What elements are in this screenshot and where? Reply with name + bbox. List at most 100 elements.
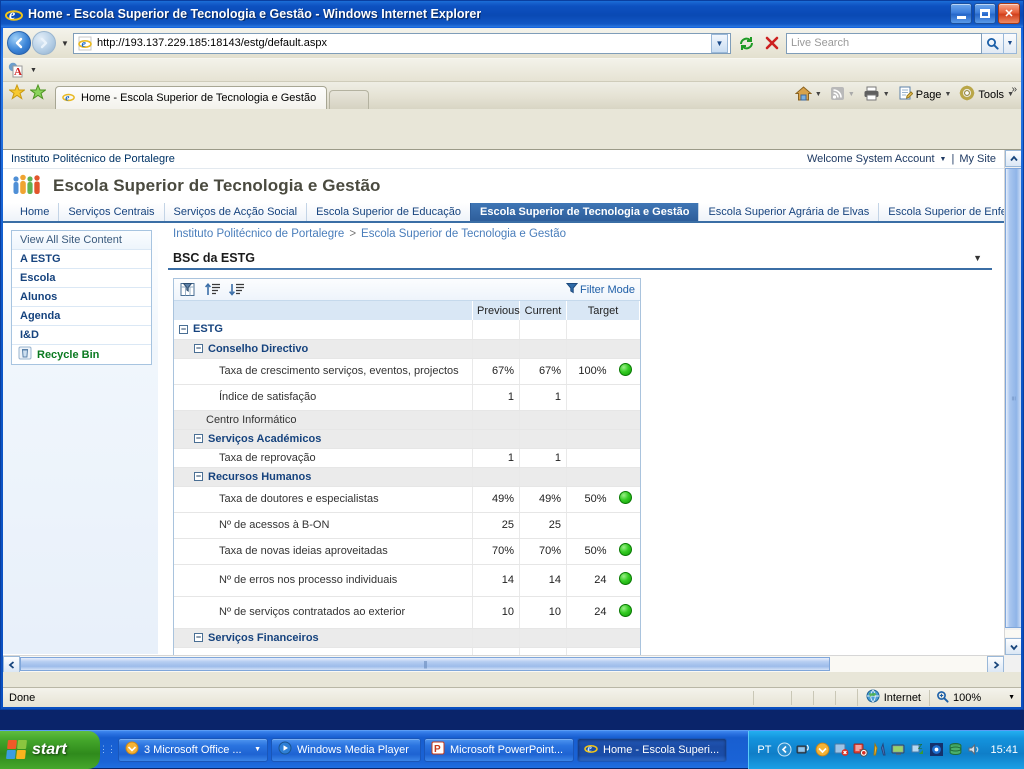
horizontal-scrollbar[interactable]: ||| <box>3 655 1004 672</box>
table-row[interactable]: −Serviços Financeiros <box>174 628 640 647</box>
command-overflow-icon[interactable]: » <box>1011 84 1017 95</box>
sidebar-item-alunos[interactable]: Alunos <box>12 288 151 307</box>
start-button[interactable]: start <box>0 731 100 769</box>
sync-icon[interactable]: Z <box>910 742 925 757</box>
welcome-user-label[interactable]: Welcome System Account <box>807 153 935 165</box>
taskbar-group-caret-icon[interactable]: ▼ <box>254 746 261 753</box>
table-row[interactable]: Nº de erros nos processo individuais 14 … <box>174 564 640 596</box>
stop-button[interactable] <box>760 32 784 54</box>
sidebar-item-id[interactable]: I&D <box>12 326 151 345</box>
search-input[interactable]: Live Search <box>786 33 982 54</box>
recording-icon[interactable] <box>853 742 868 757</box>
monitor-tray-icon[interactable] <box>929 742 944 757</box>
table-row[interactable]: −Conselho Directivo <box>174 339 640 358</box>
horizontal-scroll-thumb[interactable]: ||| <box>20 657 830 671</box>
breadcrumb-current[interactable]: Escola Superior de Tecnologia e Gestão <box>361 228 566 240</box>
security-zone[interactable]: Internet <box>857 689 929 706</box>
zoom-control[interactable]: 100% ▼ <box>929 690 1021 706</box>
table-row[interactable]: Taxa de crescimento serviços, eventos, p… <box>174 358 640 384</box>
expander-icon[interactable]: − <box>194 472 203 481</box>
filter-mode-button[interactable]: Filter Mode <box>566 282 635 297</box>
vertical-scroll-track[interactable] <box>1005 630 1021 637</box>
address-input[interactable]: http://193.137.229.185:18143/estg/defaul… <box>97 37 711 49</box>
search-dropdown-icon[interactable]: ▼ <box>1004 33 1017 54</box>
zoom-caret-icon[interactable]: ▼ <box>1008 694 1015 701</box>
table-row[interactable]: −Recursos Humanos <box>174 467 640 486</box>
back-button[interactable] <box>7 31 31 55</box>
tray-expand-icon[interactable] <box>777 742 792 757</box>
tools-tray-icon[interactable] <box>872 742 887 757</box>
taskbar-item-office[interactable]: 3 Microsoft Office ... ▼ <box>118 738 268 762</box>
address-dropdown-icon[interactable]: ▼ <box>711 34 728 53</box>
my-site-link[interactable]: My Site <box>959 153 996 165</box>
top-nav-accao-social[interactable]: Serviços de Acção Social <box>164 203 307 221</box>
table-row[interactable]: Taxa de novas ideias aproveitadas 70% 70… <box>174 538 640 564</box>
database-icon[interactable] <box>948 742 963 757</box>
top-nav-servicos-centrais[interactable]: Serviços Centrais <box>58 203 163 221</box>
taskbar-item-wmp[interactable]: Windows Media Player <box>271 738 421 762</box>
add-to-favorites-icon[interactable] <box>30 84 46 103</box>
table-row[interactable]: Taxa de doutores e especialistas 49% 49%… <box>174 486 640 512</box>
pdf-dropdown-icon[interactable]: ▼ <box>30 67 37 74</box>
search-button[interactable] <box>982 33 1004 54</box>
vertical-scroll-thumb[interactable]: ≡ <box>1005 168 1021 628</box>
table-row[interactable]: Índice de satisfação 1 1 <box>174 384 640 410</box>
tools-command[interactable]: Tools ▼ <box>956 83 1017 106</box>
top-nav-estg[interactable]: Escola Superior de Tecnologia e Gestão <box>470 203 698 221</box>
table-row[interactable]: Nº de serviços contratados ao exterior 1… <box>174 596 640 628</box>
expand-up-icon[interactable] <box>203 281 221 298</box>
top-nav-esae[interactable]: Escola Superior Agrária de Elvas <box>698 203 878 221</box>
table-row[interactable]: −ESTG <box>174 320 640 339</box>
table-row[interactable]: Nº de acessos à B-ON 25 25 <box>174 512 640 538</box>
table-row[interactable]: −Serviços Académicos <box>174 429 640 448</box>
vertical-scrollbar[interactable]: ≡ <box>1004 150 1021 655</box>
scroll-down-button[interactable] <box>1005 638 1021 655</box>
feeds-command[interactable]: ▼ <box>827 84 858 106</box>
restore-button[interactable] <box>974 3 996 24</box>
scroll-left-button[interactable] <box>3 656 20 672</box>
expander-icon[interactable]: − <box>194 633 203 642</box>
expander-icon[interactable]: − <box>179 325 188 334</box>
taskbar-item-ie[interactable]: e Home - Escola Superi... <box>577 738 727 762</box>
top-nav-ese[interactable]: Escola Superior de Educação <box>306 203 470 221</box>
new-tab-button[interactable] <box>329 90 369 109</box>
refresh-button[interactable] <box>734 32 758 54</box>
office-tray-icon[interactable] <box>815 742 830 757</box>
address-bar[interactable]: e http://193.137.229.185:18143/estg/defa… <box>73 33 731 54</box>
display-icon[interactable] <box>891 742 906 757</box>
collapse-down-icon[interactable] <box>227 281 245 298</box>
page-caret-icon[interactable]: ▼ <box>944 91 951 98</box>
taskbar-item-powerpoint[interactable]: P Microsoft PowerPoint... <box>424 738 574 762</box>
clock[interactable]: 15:41 <box>990 744 1018 756</box>
scroll-right-button[interactable] <box>987 656 1004 672</box>
sidebar-item-view-all-site-content[interactable]: View All Site Content <box>12 231 151 250</box>
volume-icon[interactable] <box>967 742 982 757</box>
language-indicator[interactable]: PT <box>757 744 771 756</box>
page-command[interactable]: Page ▼ <box>895 84 955 106</box>
sidebar-item-agenda[interactable]: Agenda <box>12 307 151 326</box>
sidebar-item-recycle-bin[interactable]: Recycle Bin <box>12 345 151 364</box>
scroll-up-button[interactable] <box>1005 150 1021 167</box>
close-button[interactable]: ✕ <box>998 3 1020 24</box>
print-caret-icon[interactable]: ▼ <box>883 91 890 98</box>
home-caret-icon[interactable]: ▼ <box>815 91 822 98</box>
table-row[interactable]: Centro Informático <box>174 410 640 429</box>
welcome-caret-icon[interactable]: ▼ <box>940 156 947 163</box>
table-row[interactable]: Grau de execução orçamental 90% 90% 100% <box>174 647 640 655</box>
forward-button[interactable] <box>32 31 56 55</box>
network-icon[interactable] <box>796 742 811 757</box>
horizontal-scroll-track[interactable] <box>830 656 987 672</box>
print-command[interactable]: ▼ <box>860 84 893 106</box>
top-nav-home[interactable]: Home <box>11 203 58 221</box>
table-row[interactable]: Taxa de reprovação 1 1 <box>174 448 640 467</box>
antivirus-icon[interactable] <box>834 742 849 757</box>
browser-tab[interactable]: e Home - Escola Superior de Tecnologia e… <box>55 86 327 109</box>
scorecard-filter-icon[interactable] <box>179 281 197 298</box>
expander-icon[interactable]: − <box>194 434 203 443</box>
favorites-star-icon[interactable] <box>9 84 25 103</box>
sidebar-item-a-estg[interactable]: A ESTG <box>12 250 151 269</box>
minimize-button[interactable] <box>950 3 972 24</box>
breadcrumb-root[interactable]: Instituto Politécnico de Portalegre <box>173 228 344 240</box>
history-dropdown-icon[interactable]: ▼ <box>57 39 73 48</box>
webpart-menu-caret-icon[interactable]: ▼ <box>973 253 982 263</box>
